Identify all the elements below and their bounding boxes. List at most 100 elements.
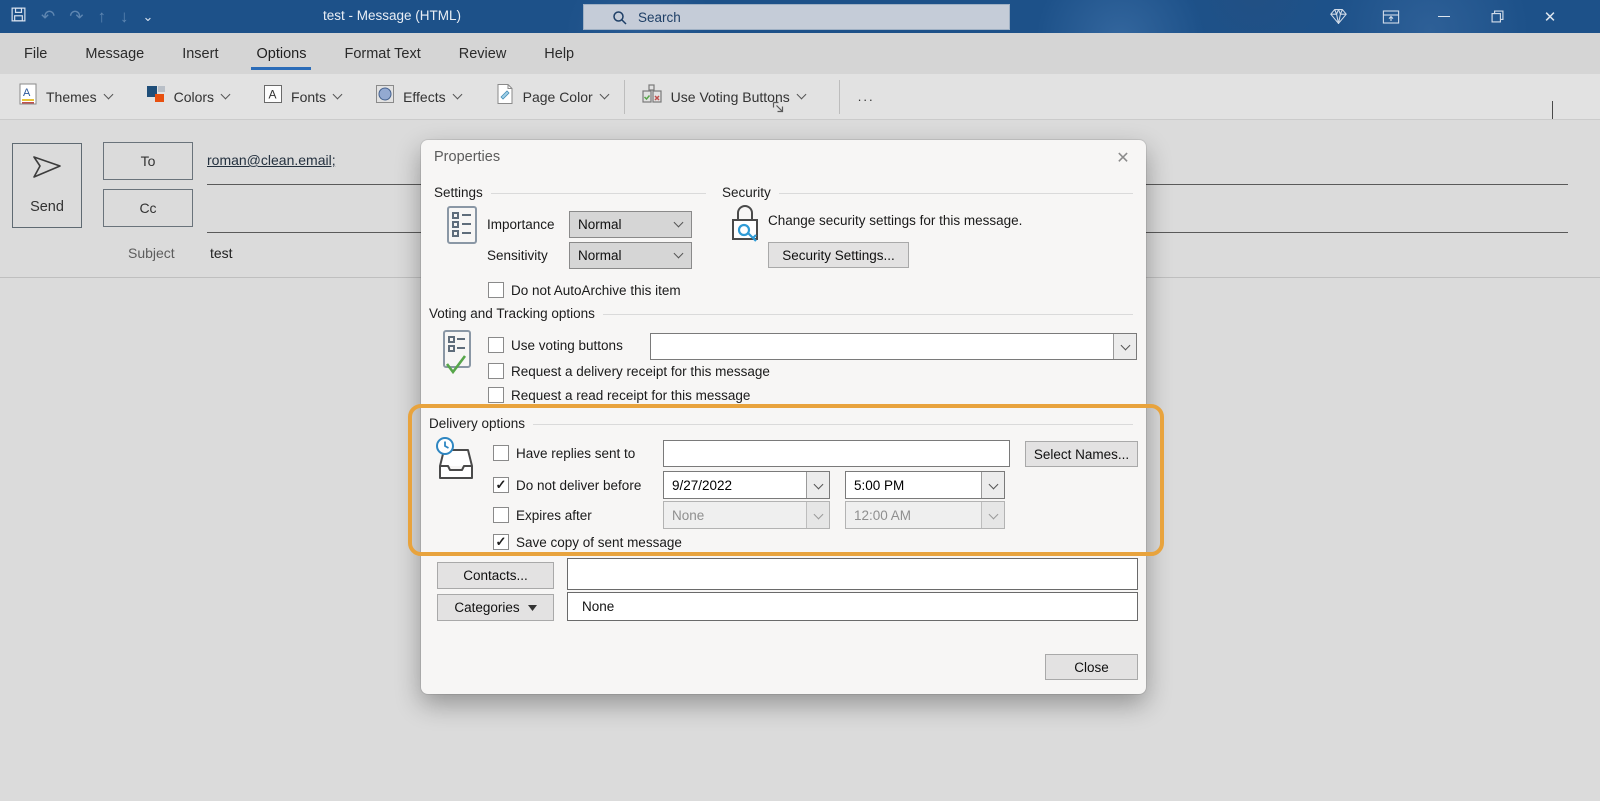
voting-tracking-group-header: Voting and Tracking options xyxy=(429,306,1133,321)
tab-options[interactable]: Options xyxy=(237,33,325,74)
autoarchive-label[interactable]: Do not AutoArchive this item xyxy=(511,283,681,298)
tab-message[interactable]: Message xyxy=(66,33,163,74)
combo-dropdown-button[interactable] xyxy=(1113,334,1136,359)
more-commands-button[interactable]: ... xyxy=(846,83,887,110)
close-button[interactable]: ✕ xyxy=(1527,0,1573,33)
themes-button[interactable]: A Themes xyxy=(8,77,122,116)
sensitivity-select[interactable]: Normal xyxy=(569,242,692,269)
read-receipt-label[interactable]: Request a read receipt for this message xyxy=(511,388,750,403)
save-copy-label[interactable]: Save copy of sent message xyxy=(516,535,682,550)
security-lock-icon xyxy=(727,202,765,253)
dialog-close-button[interactable]: ✕ xyxy=(1110,146,1136,170)
have-replies-row[interactable]: Have replies sent to xyxy=(493,445,635,461)
security-description: Change security settings for this messag… xyxy=(768,213,1023,228)
settings-icon xyxy=(445,204,479,251)
collapse-ribbon-icon[interactable] xyxy=(1552,101,1566,119)
chevron-down-icon xyxy=(220,89,231,100)
tab-insert[interactable]: Insert xyxy=(163,33,237,74)
voting-options-combobox[interactable] xyxy=(650,333,1137,360)
expires-after-label[interactable]: Expires after xyxy=(516,508,592,523)
to-recipient-link[interactable]: roman@clean.email; xyxy=(207,152,336,168)
delivery-receipt-row[interactable]: Request a delivery receipt for this mess… xyxy=(488,363,770,379)
chevron-down-icon xyxy=(452,89,463,100)
tab-review[interactable]: Review xyxy=(440,33,526,74)
tab-format-text[interactable]: Format Text xyxy=(325,33,439,74)
send-icon xyxy=(30,154,64,185)
combo-dropdown-button[interactable] xyxy=(981,472,1004,498)
save-copy-checkbox[interactable]: ✓ xyxy=(493,534,509,550)
effects-icon xyxy=(375,84,395,109)
expires-time-select: 12:00 AM xyxy=(845,501,1005,529)
chevron-down-icon xyxy=(988,479,998,489)
importance-select[interactable]: Normal xyxy=(569,211,692,238)
expires-after-row[interactable]: Expires after xyxy=(493,507,592,523)
expires-date-select: None xyxy=(663,501,830,529)
ribbon: A Themes Colors A Fonts Effects Page Col… xyxy=(0,74,1600,120)
save-icon[interactable] xyxy=(10,6,27,28)
have-replies-checkbox[interactable] xyxy=(493,445,509,461)
outlook-message-window: ↶ ↷ ↑ ↓ ⌄ test - Message (HTML) Search ✕… xyxy=(0,0,1600,801)
tracking-dialog-launcher-icon[interactable] xyxy=(772,100,784,118)
tab-file[interactable]: File xyxy=(5,33,66,74)
close-icon: ✕ xyxy=(1116,150,1130,167)
read-receipt-row[interactable]: Request a read receipt for this message xyxy=(488,387,750,403)
chevron-down-icon xyxy=(813,509,823,519)
deliver-date-select[interactable]: 9/27/2022 xyxy=(663,471,830,499)
subject-label: Subject xyxy=(128,245,175,261)
window-title: test - Message (HTML) xyxy=(323,8,462,23)
autoarchive-checkbox[interactable] xyxy=(488,282,504,298)
to-button[interactable]: To xyxy=(103,142,193,180)
search-bar[interactable]: Search xyxy=(583,4,1010,30)
page-color-button[interactable]: Page Color xyxy=(485,77,618,116)
qat-customize-icon[interactable]: ⌄ xyxy=(143,10,154,23)
combo-dropdown-button xyxy=(806,502,829,528)
contacts-field[interactable] xyxy=(567,558,1138,590)
restore-button[interactable] xyxy=(1474,0,1520,33)
deliver-before-row[interactable]: ✓ Do not deliver before xyxy=(493,477,641,493)
categories-field[interactable]: None xyxy=(567,592,1138,621)
redo-icon[interactable]: ↷ xyxy=(69,8,83,25)
contacts-button[interactable]: Contacts... xyxy=(437,562,554,589)
delivery-receipt-label[interactable]: Request a delivery receipt for this mess… xyxy=(511,364,770,379)
delivery-receipt-checkbox[interactable] xyxy=(488,363,504,379)
categories-button[interactable]: Categories xyxy=(437,594,554,621)
colors-button[interactable]: Colors xyxy=(136,78,239,115)
subject-value[interactable]: test xyxy=(210,245,233,261)
move-down-icon[interactable]: ↓ xyxy=(120,8,129,25)
cc-button[interactable]: Cc xyxy=(103,189,193,227)
sensitivity-label: Sensitivity xyxy=(487,248,548,263)
chevron-down-icon xyxy=(796,89,807,100)
reply-address-input[interactable] xyxy=(663,440,1010,467)
have-replies-label[interactable]: Have replies sent to xyxy=(516,446,635,461)
deliver-before-label[interactable]: Do not deliver before xyxy=(516,478,641,493)
voting-buttons-icon xyxy=(641,83,663,110)
deliver-time-select[interactable]: 5:00 PM xyxy=(845,471,1005,499)
tab-help[interactable]: Help xyxy=(525,33,593,74)
close-icon: ✕ xyxy=(1543,8,1557,26)
minimize-button[interactable] xyxy=(1421,0,1467,33)
chevron-down-icon xyxy=(988,509,998,519)
read-receipt-checkbox[interactable] xyxy=(488,387,504,403)
use-voting-row[interactable]: Use voting buttons xyxy=(488,337,623,353)
deliver-before-checkbox[interactable]: ✓ xyxy=(493,477,509,493)
use-voting-buttons-button[interactable]: Use Voting Buttons xyxy=(631,77,815,116)
use-voting-checkbox[interactable] xyxy=(488,337,504,353)
select-names-button[interactable]: Select Names... xyxy=(1025,441,1138,467)
use-voting-label[interactable]: Use voting buttons xyxy=(511,338,623,353)
settings-group-header: Settings xyxy=(434,185,706,200)
expires-after-checkbox[interactable] xyxy=(493,507,509,523)
security-settings-button[interactable]: Security Settings... xyxy=(768,242,909,268)
ribbon-display-options-icon[interactable] xyxy=(1368,0,1414,33)
premium-gem-icon[interactable] xyxy=(1315,0,1361,33)
send-button[interactable]: Send xyxy=(12,143,82,228)
quick-access-toolbar: ↶ ↷ ↑ ↓ ⌄ xyxy=(10,0,153,33)
move-up-icon[interactable]: ↑ xyxy=(98,8,107,25)
save-copy-row[interactable]: ✓ Save copy of sent message xyxy=(493,534,682,550)
autoarchive-row[interactable]: Do not AutoArchive this item xyxy=(488,282,681,298)
properties-dialog: Properties ✕ Settings Importance Normal … xyxy=(421,140,1146,694)
combo-dropdown-button[interactable] xyxy=(806,472,829,498)
undo-icon[interactable]: ↶ xyxy=(41,8,55,25)
effects-button[interactable]: Effects xyxy=(365,78,471,115)
fonts-button[interactable]: A Fonts xyxy=(253,78,351,115)
dialog-close-action-button[interactable]: Close xyxy=(1045,654,1138,680)
